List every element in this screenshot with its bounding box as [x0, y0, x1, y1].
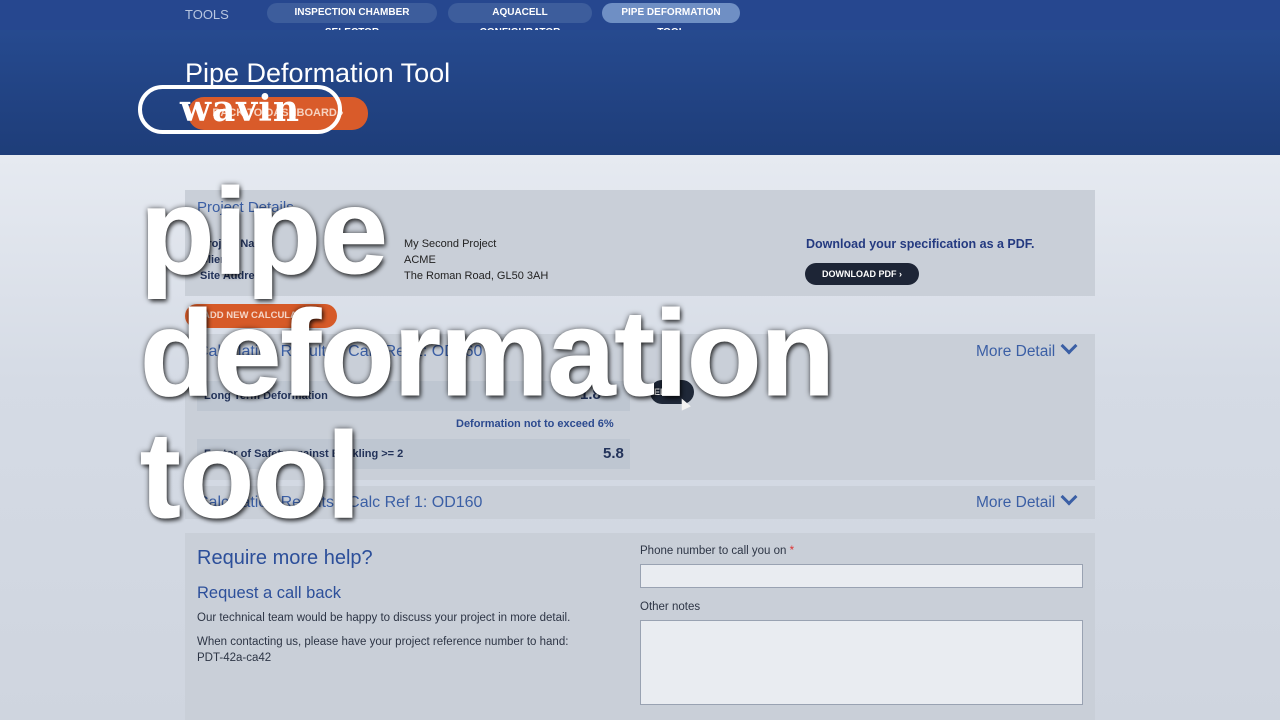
more-detail-toggle[interactable]: More Detail — [976, 488, 1078, 512]
more-detail-toggle[interactable]: More Detail — [976, 337, 1078, 361]
site-address-value: The Roman Road, GL50 3AH — [404, 270, 549, 282]
help-heading: Require more help? — [197, 547, 373, 569]
project-reference: PDT-42a-ca42 — [197, 652, 272, 664]
overlay-title-line: deformation — [140, 285, 836, 421]
project-name-value: My Second Project — [404, 238, 497, 250]
help-subheading: Request a call back — [197, 584, 341, 602]
overlay-title-line: tool — [140, 407, 362, 543]
help-paragraph: When contacting us, please have your pro… — [197, 636, 569, 648]
phone-input[interactable] — [640, 564, 1083, 588]
more-detail-label: More Detail — [976, 494, 1056, 511]
phone-field-label: Phone number to call you on * — [640, 545, 794, 557]
download-pdf-button[interactable]: DOWNLOAD PDF › — [805, 263, 919, 285]
notes-field-label: Other notes — [640, 601, 701, 613]
tools-label: TOOLS — [185, 7, 229, 22]
phone-label-text: Phone number to call you on — [640, 545, 787, 557]
nav-inspection-chamber-selector[interactable]: INSPECTION CHAMBER SELECTOR — [267, 3, 437, 38]
nav-aquacell-configurator[interactable]: AQUACELL CONFIGURATOR — [448, 3, 592, 38]
client-value: ACME — [404, 254, 436, 266]
help-paragraph: Our technical team would be happy to dis… — [197, 612, 571, 624]
required-mark: * — [789, 545, 795, 557]
nav-pipe-deformation-tool[interactable]: PIPE DEFORMATION TOOL — [602, 3, 740, 38]
download-pdf-prompt: Download your specification as a PDF. — [806, 237, 1035, 251]
more-detail-label: More Detail — [976, 343, 1056, 360]
notes-textarea[interactable] — [640, 620, 1083, 705]
result-value: 5.8 — [603, 445, 624, 462]
wavin-logo: wavin — [138, 85, 342, 134]
overlay-title-line: pipe — [140, 163, 389, 299]
